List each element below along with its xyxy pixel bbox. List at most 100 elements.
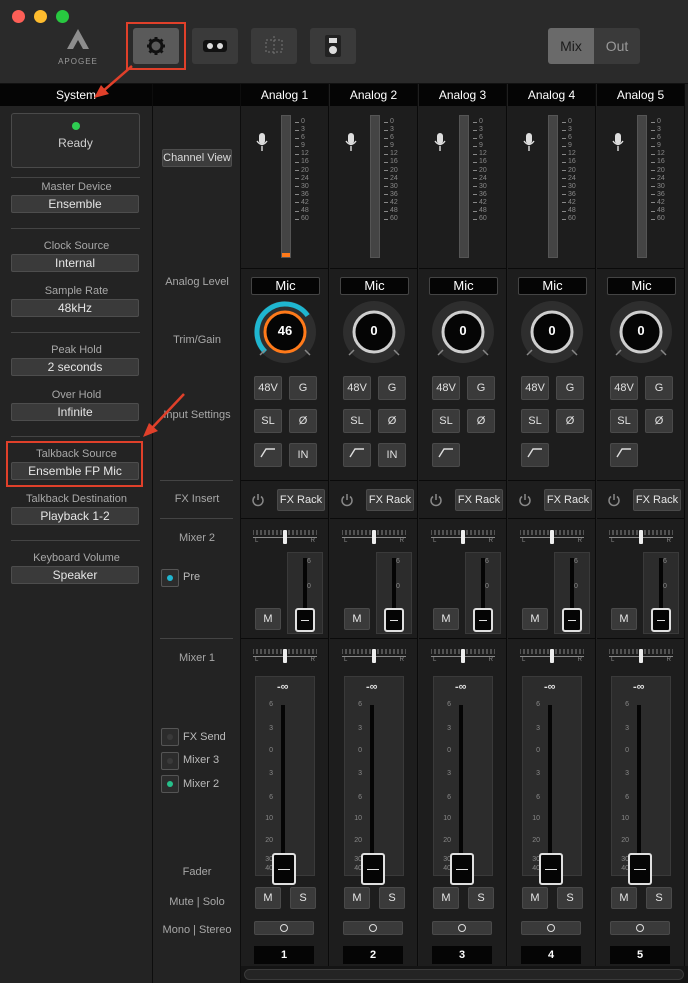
phantom-48v-button[interactable]: 48V (610, 376, 638, 400)
trim-gain-knob[interactable]: 46 (251, 298, 319, 371)
pan-knob[interactable] (639, 649, 643, 663)
over-hold-select[interactable]: Infinite (11, 403, 139, 421)
mixer2-fader-handle[interactable] (384, 608, 404, 632)
mono-stereo-button[interactable] (343, 921, 403, 935)
pre-checkbox[interactable] (161, 569, 179, 587)
pan-control[interactable]: LR (520, 649, 584, 663)
mute-button[interactable]: M (522, 887, 548, 909)
mix-tab[interactable]: Mix (548, 28, 594, 64)
pan-control[interactable]: LR (431, 649, 495, 663)
pan-knob[interactable] (372, 530, 376, 544)
trim-gain-knob[interactable]: 0 (429, 298, 497, 371)
zoom-window-button[interactable] (56, 10, 69, 23)
close-window-button[interactable] (12, 10, 25, 23)
mixer1-fader-handle[interactable] (539, 853, 563, 885)
fx-rack-button[interactable]: FX Rack (455, 489, 503, 511)
speaker-view-button[interactable] (310, 28, 356, 64)
analog-level-select[interactable]: Mic (340, 277, 409, 295)
mixer1-fader-handle[interactable] (272, 853, 296, 885)
minimize-window-button[interactable] (34, 10, 47, 23)
soft-limit-button[interactable]: SL (521, 409, 549, 433)
group-button[interactable]: G (556, 376, 584, 400)
pan-control[interactable]: LR (253, 649, 317, 663)
soft-limit-button[interactable]: SL (432, 409, 460, 433)
mixer2-mute-button[interactable]: M (611, 608, 637, 630)
pan-knob[interactable] (283, 649, 287, 663)
mute-button[interactable]: M (611, 887, 637, 909)
phase-invert-button[interactable]: Ø (378, 409, 406, 433)
high-pass-filter-button[interactable] (521, 443, 549, 467)
peak-hold-select[interactable]: 2 seconds (11, 358, 139, 376)
pan-knob[interactable] (461, 530, 465, 544)
group-button[interactable]: G (289, 376, 317, 400)
pan-control[interactable]: LR (342, 530, 406, 544)
mixer1-fader-handle[interactable] (361, 853, 385, 885)
sample-rate-select[interactable]: 48kHz (11, 299, 139, 317)
pan-knob[interactable] (550, 649, 554, 663)
phantom-48v-button[interactable]: 48V (343, 376, 371, 400)
high-pass-filter-button[interactable] (343, 443, 371, 467)
soft-limit-button[interactable]: SL (610, 409, 638, 433)
mixer2-mute-button[interactable]: M (255, 608, 281, 630)
group-button[interactable]: G (467, 376, 495, 400)
phantom-48v-button[interactable]: 48V (432, 376, 460, 400)
pan-knob[interactable] (372, 649, 376, 663)
trim-gain-knob[interactable]: 0 (607, 298, 675, 371)
power-icon[interactable] (429, 493, 443, 507)
power-icon[interactable] (340, 493, 354, 507)
mixer1-fader-handle[interactable] (450, 853, 474, 885)
solo-button[interactable]: S (379, 887, 405, 909)
mixer1-fader-handle[interactable] (628, 853, 652, 885)
mixer3-checkbox[interactable] (161, 752, 179, 770)
mixer2-mute-button[interactable]: M (344, 608, 370, 630)
mono-stereo-button[interactable] (521, 921, 581, 935)
fx-rack-button[interactable]: FX Rack (633, 489, 681, 511)
group-button[interactable]: G (378, 376, 406, 400)
pan-knob[interactable] (550, 530, 554, 544)
talkback-destination-select[interactable]: Playback 1-2 (11, 507, 139, 525)
high-pass-filter-button[interactable] (254, 443, 282, 467)
keyboard-volume-select[interactable]: Speaker (11, 566, 139, 584)
mixer2-checkbox[interactable] (161, 775, 179, 793)
pan-control[interactable]: LR (342, 649, 406, 663)
power-icon[interactable] (607, 493, 621, 507)
phantom-48v-button[interactable]: 48V (521, 376, 549, 400)
trim-gain-knob[interactable]: 0 (340, 298, 408, 371)
mono-stereo-button[interactable] (254, 921, 314, 935)
solo-button[interactable]: S (468, 887, 494, 909)
pan-control[interactable]: LR (609, 530, 673, 544)
channel-view-button[interactable]: Channel View (162, 149, 232, 167)
power-icon[interactable] (251, 493, 265, 507)
device-view-button[interactable] (192, 28, 238, 64)
clock-source-select[interactable]: Internal (11, 254, 139, 272)
mixer2-fader-handle[interactable] (295, 608, 315, 632)
power-icon[interactable] (518, 493, 532, 507)
soft-limit-button[interactable]: SL (254, 409, 282, 433)
high-pass-filter-button[interactable] (610, 443, 638, 467)
mixer2-fader-handle[interactable] (651, 608, 671, 632)
analog-level-select[interactable]: Mic (518, 277, 587, 295)
phase-invert-button[interactable]: Ø (289, 409, 317, 433)
mixer2-fader-handle[interactable] (473, 608, 493, 632)
fx-rack-button[interactable]: FX Rack (366, 489, 414, 511)
mono-stereo-button[interactable] (610, 921, 670, 935)
high-pass-filter-button[interactable] (432, 443, 460, 467)
fx-rack-button[interactable]: FX Rack (544, 489, 592, 511)
pan-control[interactable]: LR (609, 649, 673, 663)
pan-control[interactable]: LR (253, 530, 317, 544)
mixer2-mute-button[interactable]: M (522, 608, 548, 630)
trim-gain-knob[interactable]: 0 (518, 298, 586, 371)
mute-button[interactable]: M (255, 887, 281, 909)
routing-view-button[interactable] (251, 28, 297, 64)
soft-limit-button[interactable]: SL (343, 409, 371, 433)
analog-level-select[interactable]: Mic (251, 277, 320, 295)
solo-button[interactable]: S (557, 887, 583, 909)
mixer2-mute-button[interactable]: M (433, 608, 459, 630)
mute-button[interactable]: M (344, 887, 370, 909)
mono-stereo-button[interactable] (432, 921, 492, 935)
pan-knob[interactable] (639, 530, 643, 544)
insert-button[interactable]: IN (289, 443, 317, 467)
insert-button[interactable]: IN (378, 443, 406, 467)
fx-send-checkbox[interactable] (161, 728, 179, 746)
fx-rack-button[interactable]: FX Rack (277, 489, 325, 511)
